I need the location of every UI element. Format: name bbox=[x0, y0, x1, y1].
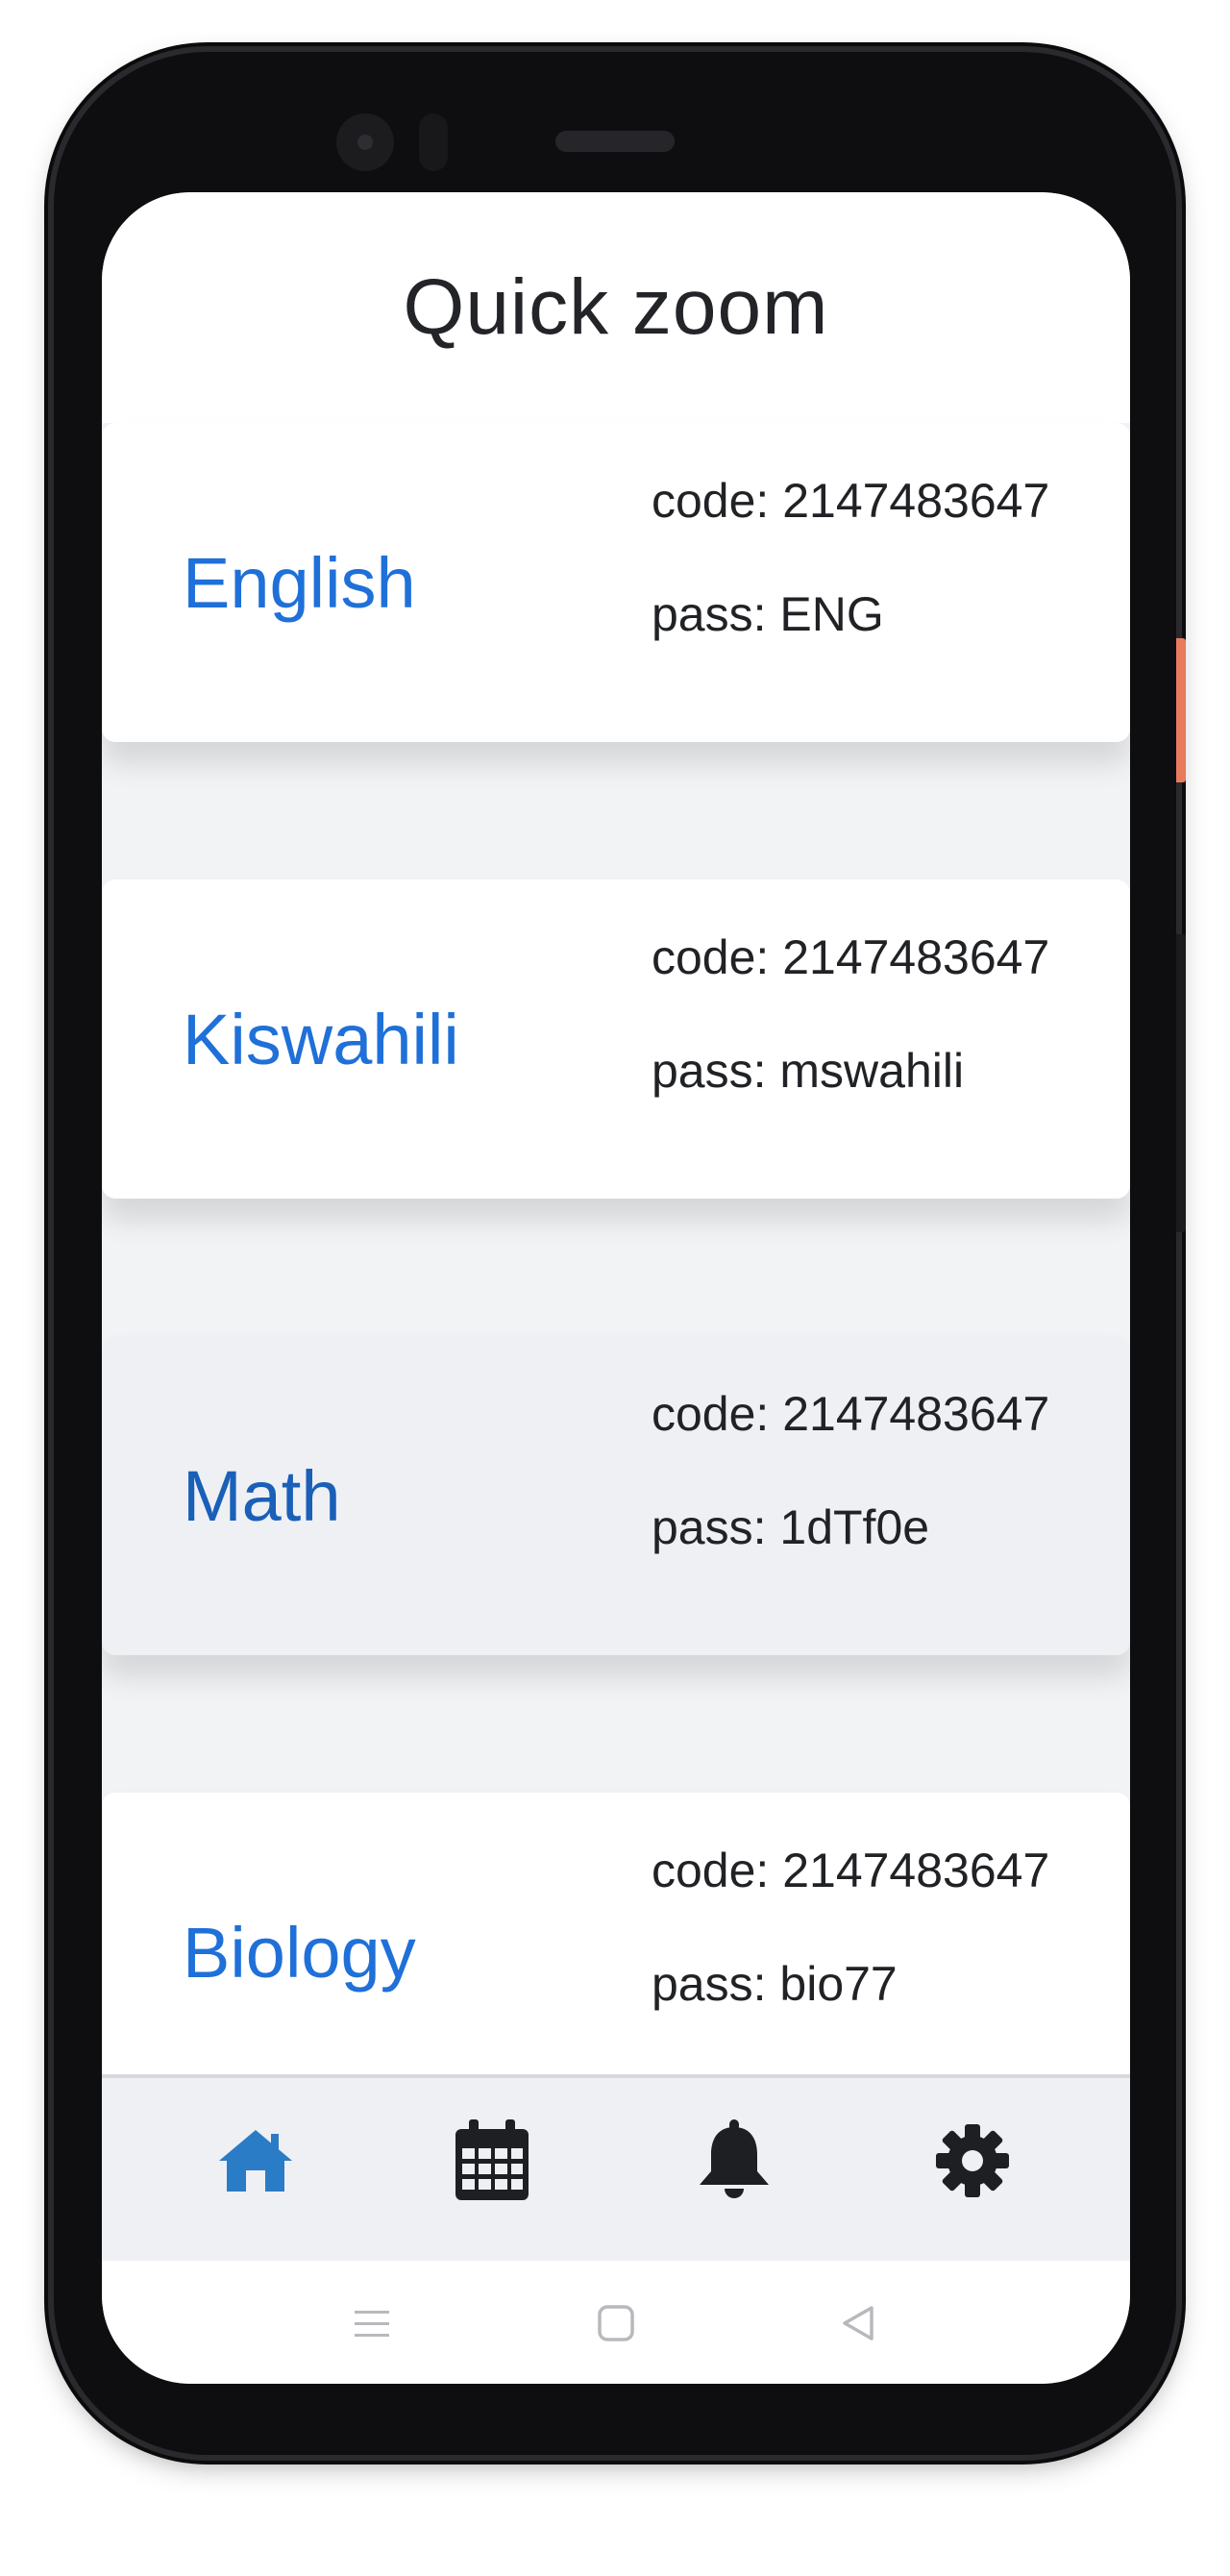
class-card-english[interactable]: English code: 2147483647 pass: ENG bbox=[102, 423, 1130, 742]
class-card-math[interactable]: Math code: 2147483647 pass: 1dTf0e bbox=[102, 1336, 1130, 1655]
subject-name[interactable]: Math bbox=[183, 1336, 341, 1655]
home-square-icon bbox=[598, 2305, 634, 2341]
class-card-biology[interactable]: Biology code: 2147483647 pass: bio77 bbox=[102, 1793, 1130, 2112]
tab-calendar[interactable] bbox=[444, 2113, 540, 2209]
calendar-icon bbox=[455, 2119, 529, 2200]
subject-name[interactable]: English bbox=[183, 423, 416, 742]
class-card-kiswahili[interactable]: Kiswahili code: 2147483647 pass: mswahil… bbox=[102, 879, 1130, 1199]
tab-settings[interactable] bbox=[924, 2113, 1021, 2209]
bottom-tab-bar bbox=[102, 2074, 1130, 2261]
meeting-code: code: 2147483647 bbox=[652, 930, 1050, 984]
meeting-pass: pass: ENG bbox=[652, 587, 884, 641]
app-header: Quick zoom bbox=[102, 192, 1130, 423]
meeting-code: code: 2147483647 bbox=[652, 1387, 1050, 1441]
bell-icon bbox=[700, 2119, 769, 2198]
page-title: Quick zoom bbox=[403, 263, 829, 351]
tab-notifications[interactable] bbox=[686, 2113, 782, 2209]
gear-icon bbox=[936, 2124, 1009, 2197]
tab-home[interactable] bbox=[208, 2113, 304, 2209]
nav-back-button[interactable] bbox=[834, 2299, 882, 2347]
sensor bbox=[419, 113, 448, 171]
meeting-pass: pass: 1dTf0e bbox=[652, 1500, 930, 1554]
camera-icon bbox=[336, 113, 394, 171]
earpiece-speaker bbox=[555, 131, 675, 152]
back-icon bbox=[843, 2306, 873, 2341]
meeting-code: code: 2147483647 bbox=[652, 1844, 1050, 1897]
nav-home-button[interactable] bbox=[592, 2299, 640, 2347]
subject-name[interactable]: Kiswahili bbox=[183, 879, 459, 1199]
app-screen: Quick zoom English code: 2147483647 pass… bbox=[102, 192, 1130, 2384]
volume-button bbox=[1176, 934, 1186, 1232]
home-icon bbox=[219, 2130, 292, 2192]
meeting-code: code: 2147483647 bbox=[652, 474, 1050, 528]
nav-menu-button[interactable] bbox=[348, 2299, 396, 2347]
menu-icon bbox=[355, 2311, 389, 2337]
system-nav-bar bbox=[102, 2261, 1130, 2384]
subject-name[interactable]: Biology bbox=[183, 1793, 416, 2112]
meeting-pass: pass: mswahili bbox=[652, 1044, 965, 1098]
power-button bbox=[1176, 638, 1186, 782]
meeting-pass: pass: bio77 bbox=[652, 1957, 898, 2011]
